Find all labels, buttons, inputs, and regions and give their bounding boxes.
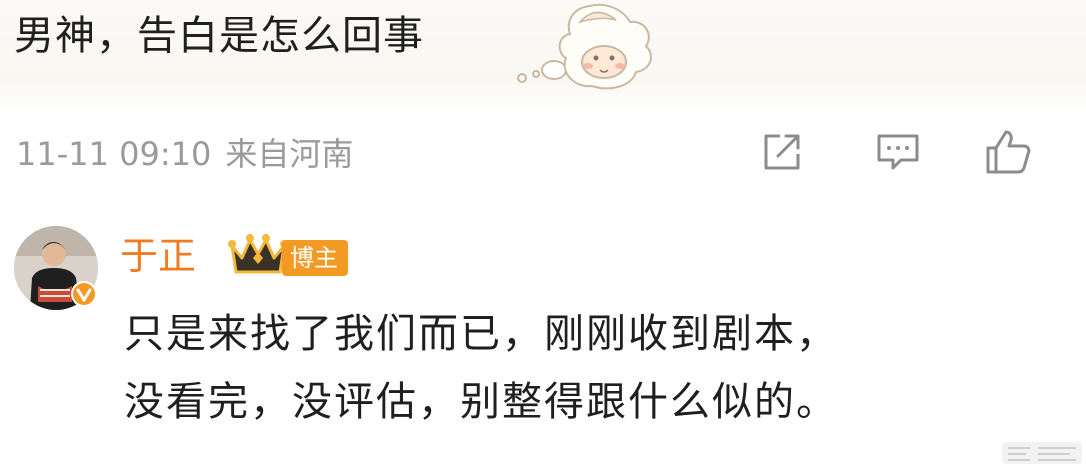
share-icon (764, 134, 800, 170)
location: 来自河南 (225, 135, 354, 173)
comment-button[interactable] (872, 126, 924, 178)
comment-icon (877, 134, 919, 170)
share-button[interactable] (756, 126, 808, 178)
post-body: 男神，告白是怎么回事 (0, 0, 1086, 112)
timestamp: 11-11 09:10 (16, 135, 212, 173)
reply-text: 只是来找了我们而已，刚刚收到剧本， 没看完，没评估，别整得跟什么似的。 (124, 300, 1024, 436)
reply-line: 没看完，没评估，别整得跟什么似的。 (124, 379, 838, 425)
blogger-badge: 博主 (282, 240, 348, 276)
username[interactable]: 于正 (120, 230, 196, 282)
like-button[interactable] (982, 126, 1034, 178)
post-meta: 11-11 09:10 来自河南 (16, 132, 353, 176)
crown-icon (228, 234, 288, 274)
cartoon-sticker-icon (517, 3, 652, 90)
watermark-icon (1002, 442, 1082, 464)
like-icon (986, 130, 1031, 174)
verified-badge-icon (71, 281, 97, 307)
post-text: 男神，告白是怎么回事 (14, 13, 424, 59)
reply-line: 只是来找了我们而已，刚刚收到剧本， (124, 311, 838, 357)
